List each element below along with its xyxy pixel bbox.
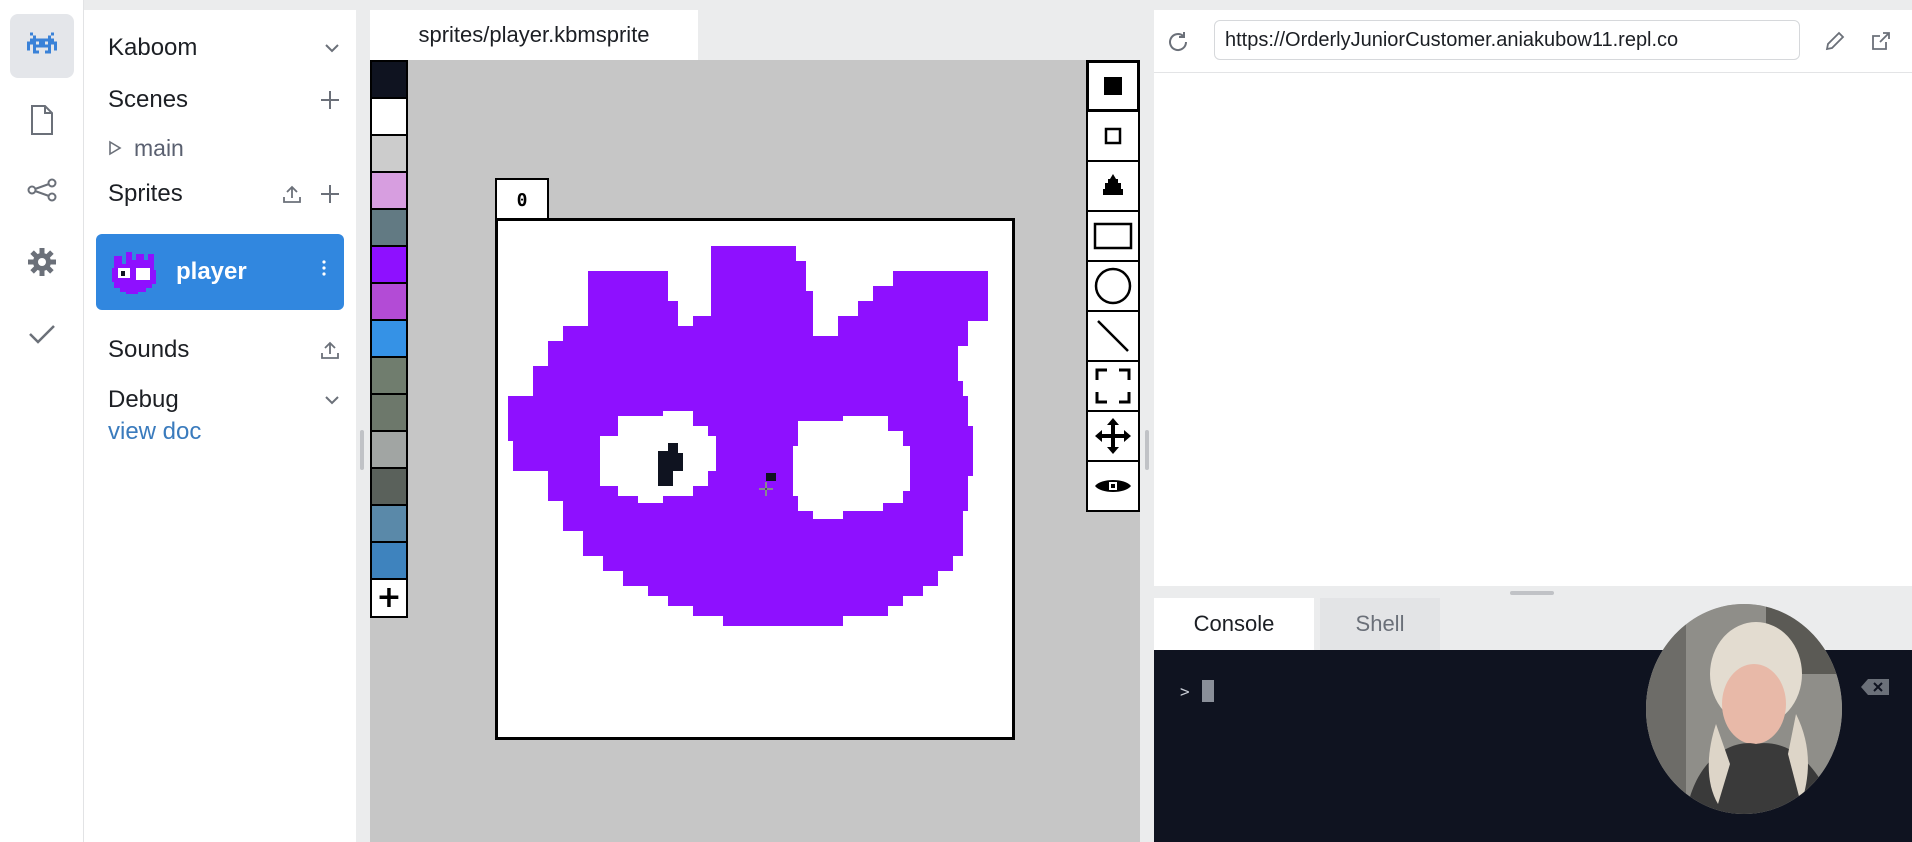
sprite-label: player <box>176 258 247 285</box>
url-text: https://OrderlyJuniorCustomer.aniakubow1… <box>1225 28 1679 51</box>
scenes-title: Scenes <box>108 86 189 113</box>
palette-swatch[interactable] <box>370 393 408 432</box>
gear-icon[interactable] <box>10 230 74 294</box>
icon-rail <box>0 0 84 842</box>
palette-swatch[interactable] <box>370 171 408 210</box>
file-icon[interactable] <box>10 88 74 152</box>
webview-divider <box>1154 72 1912 73</box>
scenes-section: Scenes <box>108 80 340 120</box>
edit-icon[interactable] <box>1824 30 1846 52</box>
circle-icon[interactable] <box>1086 260 1140 312</box>
network-icon[interactable] <box>10 158 74 222</box>
fill-square-icon[interactable] <box>1086 60 1140 112</box>
palette-swatch[interactable] <box>370 282 408 321</box>
tab-console[interactable]: Console <box>1154 598 1314 650</box>
outline-square-icon[interactable] <box>1086 110 1140 162</box>
player-thumbnail <box>112 252 156 294</box>
sounds-title: Sounds <box>108 336 190 363</box>
debug-section[interactable]: Debug <box>108 380 340 420</box>
sprite-editor: + 0 <box>370 60 1140 842</box>
palette-swatch[interactable] <box>370 97 408 136</box>
play-icon <box>108 135 122 162</box>
open-external-icon[interactable] <box>1870 30 1892 52</box>
webview-pane: https://OrderlyJuniorCustomer.aniakubow1… <box>1154 10 1912 586</box>
palette-swatch[interactable] <box>370 504 408 543</box>
tab-shell[interactable]: Shell <box>1320 598 1440 650</box>
upload-sound-icon[interactable] <box>320 340 340 360</box>
file-tab[interactable]: sprites/player.kbmsprite <box>370 10 698 60</box>
editor-resize-handle[interactable] <box>1145 430 1149 470</box>
clear-console-icon[interactable] <box>1860 678 1890 696</box>
color-palette: + <box>370 60 410 618</box>
palette-swatch[interactable] <box>370 356 408 395</box>
rectangle-icon[interactable] <box>1086 210 1140 262</box>
more-options-icon[interactable] <box>322 260 326 276</box>
sprite-item-player[interactable]: player <box>96 234 344 310</box>
url-bar[interactable]: https://OrderlyJuniorCustomer.aniakubow1… <box>1214 20 1800 60</box>
sprites-title: Sprites <box>108 180 183 207</box>
select-frame-icon[interactable] <box>1086 360 1140 412</box>
webcam-overlay <box>1646 604 1842 814</box>
console-prompt: > <box>1180 680 1214 702</box>
add-scene-icon[interactable] <box>320 90 340 110</box>
drawing-canvas[interactable] <box>495 218 1015 740</box>
sounds-section: Sounds <box>108 330 340 370</box>
check-icon[interactable] <box>10 302 74 366</box>
upload-sprite-icon[interactable] <box>282 184 302 204</box>
add-sprite-icon[interactable] <box>320 184 340 204</box>
debug-title: Debug <box>108 386 179 413</box>
pane-resize-handle[interactable] <box>1510 591 1554 595</box>
prompt-symbol: > <box>1180 681 1190 701</box>
palette-swatch[interactable] <box>370 245 408 284</box>
player-sprite <box>508 246 988 626</box>
text-cursor <box>1201 680 1214 702</box>
palette-swatch[interactable] <box>370 60 408 99</box>
add-color-button[interactable]: + <box>370 578 408 618</box>
chevron-down-icon[interactable] <box>324 43 340 53</box>
chevron-down-icon[interactable] <box>324 395 340 405</box>
kaboom-icon[interactable] <box>10 14 74 78</box>
bucket-icon[interactable] <box>1086 160 1140 212</box>
palette-swatch[interactable] <box>370 467 408 506</box>
palette-swatch[interactable] <box>370 319 408 358</box>
palette-swatch[interactable] <box>370 541 408 580</box>
sidebar-resize-handle[interactable] <box>360 430 364 470</box>
move-icon[interactable] <box>1086 410 1140 462</box>
sidebar: Kaboom Scenes main Sprites player Sounds… <box>84 10 356 842</box>
sprites-section: Sprites <box>108 174 340 214</box>
kaboom-section[interactable]: Kaboom <box>108 28 340 68</box>
kaboom-title: Kaboom <box>108 34 198 61</box>
eye-icon[interactable] <box>1086 460 1140 512</box>
frame-tab[interactable]: 0 <box>495 178 549 220</box>
palette-swatch[interactable] <box>370 430 408 469</box>
palette-swatch[interactable] <box>370 134 408 173</box>
presenter-video <box>1646 604 1842 814</box>
tool-bar <box>1086 60 1140 512</box>
line-icon[interactable] <box>1086 310 1140 362</box>
refresh-icon[interactable] <box>1166 30 1190 54</box>
view-doc-link[interactable]: view doc <box>108 418 201 446</box>
scene-label: main <box>134 134 184 161</box>
palette-swatch[interactable] <box>370 208 408 247</box>
scene-item-main[interactable]: main <box>108 128 340 168</box>
